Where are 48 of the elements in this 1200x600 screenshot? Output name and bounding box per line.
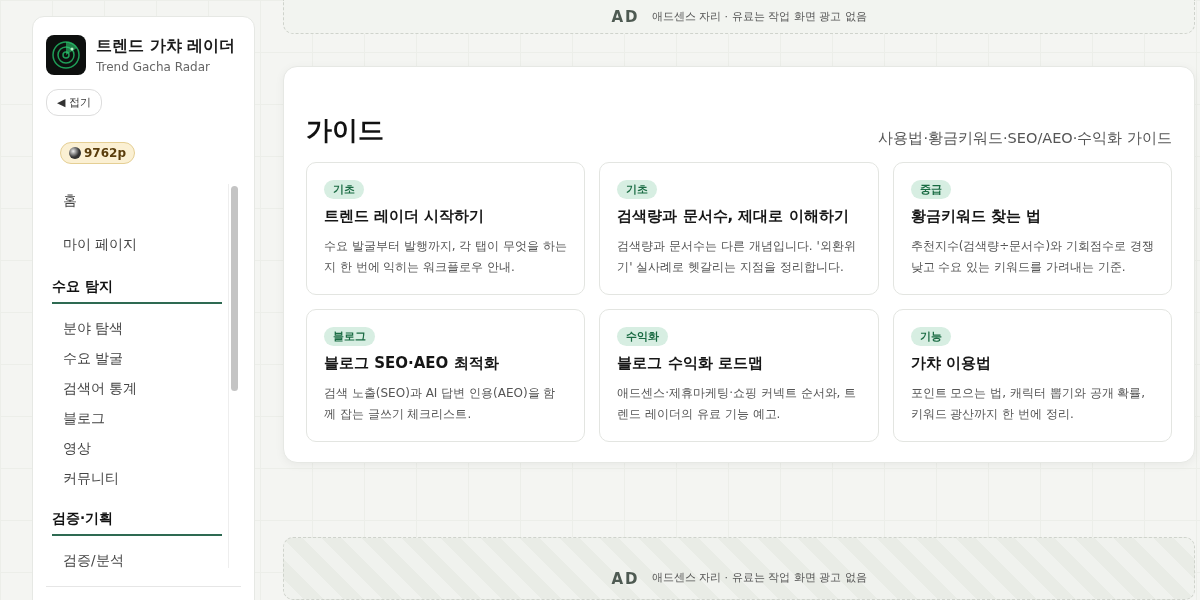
level-tag: 수익화 (617, 327, 669, 347)
level-tag: 기초 (617, 180, 658, 200)
card-title: 블로그 수익화 로드맵 (617, 354, 763, 374)
guide-card[interactable]: 기초 검색량과 문서수, 제대로 이해하기 검색량과 문서수는 다른 개념입니다. '외환위기' 실사례로 헷갈리는 지점을 정리합니다. (599, 162, 879, 296)
guide-card[interactable]: 기초 트렌드 레이더 시작하기 수요 발굴부터 발행까지, 각 탭이 무엇을 하는지 한 번에 익히는 워크플로우 안내. (306, 162, 586, 296)
guide-subtitle: 사용법·황금키워드·SEO/AEO·수익화 가이드 (878, 129, 1172, 149)
app-subtitle: Trend Gacha Radar (96, 60, 211, 74)
level-tag: 기능 (910, 327, 951, 347)
guide-card[interactable]: 중급 황금키워드 찾는 법 추천지수(검색량÷문서수)와 기회점수로 경쟁 낮고 수요 있는 키워드를 가려내는 기준. (892, 162, 1172, 296)
guide-card[interactable]: 블로그 블로그 SEO·AEO 최적화 검색 노출(SEO)과 AI 답변 인용(AEO)을 함께 잡는 글쓰기 체크리스트. (306, 309, 586, 443)
nav-link[interactable]: 블로그 (46, 404, 228, 434)
card-title: 블로그 SEO·AEO 최적화 (324, 354, 499, 374)
nav-link[interactable]: 수요 발굴 (46, 344, 228, 374)
card-title: 트렌드 레이더 시작하기 (324, 207, 485, 227)
app-title: 트렌드 가챠 레이더 (96, 36, 236, 57)
nav-link[interactable]: 검증/분석 (46, 546, 228, 568)
scrollbar-thumb[interactable] (231, 186, 238, 391)
points-value: 9762p (84, 146, 126, 160)
guide-card[interactable]: 수익화 블로그 수익화 로드맵 애드센스·제휴마케팅·쇼핑 커넥트 순서와, 트렌드 레이더의 유료 기능 예고. (599, 309, 879, 443)
guide-title: 가이드 (306, 114, 384, 148)
nav-link[interactable]: 영상 (46, 434, 228, 464)
card-title: 황금키워드 찾는 법 (910, 207, 1042, 227)
level-tag: 중급 (910, 180, 951, 200)
ad-text: 애드센스 자리 · 유료는 작업 화면 광고 없음 (651, 570, 867, 586)
card-description: 추천지수(검색량÷문서수)와 기회점수로 경쟁 낮고 수요 있는 키워드를 가려내는 기준. (910, 238, 1154, 277)
card-title: 검색량과 문서수, 제대로 이해하기 (617, 207, 849, 227)
radar-icon (46, 35, 86, 75)
level-tag: 블로그 (324, 327, 375, 347)
ad-label: AD (611, 7, 640, 26)
card-description: 포인트 모으는 법, 캐릭터 뽑기와 공개 확률, 키워드 광산까지 한 번에 정리. (910, 385, 1147, 424)
ad-text: 애드센스 자리 · 유료는 작업 화면 광고 없음 (651, 9, 867, 25)
nav-link[interactable]: 홈 (46, 184, 228, 216)
card-description: 검색량과 문서수는 다른 개념입니다. '외환위기' 실사례로 헷갈리는 지점을 정리합니다. (617, 238, 857, 277)
nav-link[interactable]: 분야 탐색 (46, 314, 228, 344)
card-title: 가챠 이용법 (910, 354, 991, 374)
nav-section-heading: 수요 탐지 (52, 274, 222, 304)
level-tag: 기초 (324, 180, 364, 200)
nav-section-heading: 검증·기획 (52, 506, 222, 536)
coin-icon (69, 147, 81, 159)
card-description: 검색 노출(SEO)과 AI 답변 인용(AEO)을 함께 잡는 글쓰기 체크리스트. (324, 385, 557, 424)
card-description: 수요 발굴부터 발행까지, 각 탭이 무엇을 하는지 한 번에 익히는 워크플로우 안내. (324, 238, 568, 277)
nav-link[interactable]: 마이 페이지 (46, 228, 228, 260)
card-description: 애드센스·제휴마케팅·쇼핑 커넥트 순서와, 트렌드 레이더의 유료 기능 예고. (617, 385, 858, 424)
ad-label: AD (611, 570, 640, 589)
guide-card[interactable]: 기능 가챠 이용법 포인트 모으는 법, 캐릭터 뽑기와 공개 확률, 키워드 광산까지 한 번에 정리. (892, 309, 1172, 443)
nav-link[interactable]: 검색어 통계 (46, 374, 228, 404)
nav-link[interactable]: 커뮤니티 (46, 464, 228, 494)
collapse-button[interactable]: ◀ 접기 (46, 89, 102, 116)
